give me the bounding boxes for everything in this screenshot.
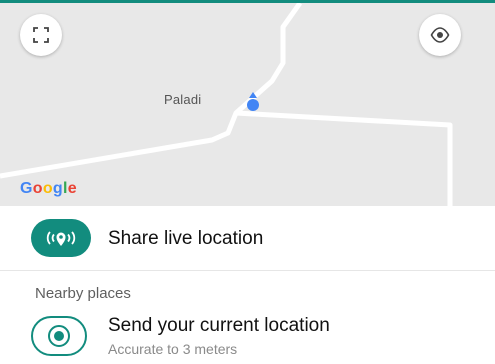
my-location-button[interactable]	[419, 14, 461, 56]
map-view[interactable]: Paladi Google	[0, 3, 495, 206]
fullscreen-button[interactable]	[20, 14, 62, 56]
location-picker-screen: Paladi Google Share live location Nearby…	[0, 0, 495, 364]
live-location-icon	[31, 219, 91, 257]
send-current-location-label: Send your current location	[108, 315, 330, 336]
current-location-icon	[31, 316, 87, 356]
map-place-label: Paladi	[164, 92, 202, 107]
fullscreen-icon	[33, 27, 49, 43]
location-pin-icon	[244, 92, 262, 119]
my-location-icon	[430, 27, 450, 43]
nearby-places-header: Nearby places	[35, 285, 131, 302]
share-live-location-item[interactable]: Share live location	[0, 206, 495, 271]
share-live-location-label: Share live location	[108, 228, 264, 249]
location-accuracy-text: Accurate to 3 meters	[108, 341, 238, 357]
send-current-location-item[interactable]: Send your current location Accurate to 3…	[0, 310, 495, 364]
google-logo: Google	[20, 180, 77, 197]
